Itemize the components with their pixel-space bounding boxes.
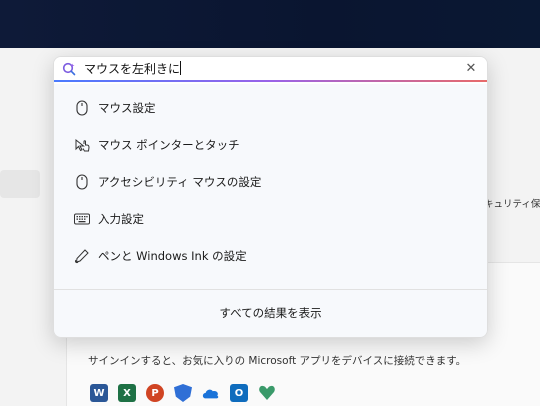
clear-search-icon[interactable]: ✕: [463, 61, 479, 77]
search-input[interactable]: マウスを左利きに: [84, 60, 444, 78]
results-divider: [54, 289, 487, 290]
word-icon[interactable]: W: [90, 384, 108, 402]
result-mouse-pointer-touch[interactable]: マウス ポインターとタッチ: [54, 126, 487, 163]
keyboard-icon: [74, 211, 90, 227]
mouse-icon: [74, 173, 90, 190]
family-icon[interactable]: [258, 384, 276, 402]
excel-icon[interactable]: X: [118, 384, 136, 402]
result-pen-windows-ink[interactable]: ペンと Windows Ink の設定: [54, 237, 487, 274]
signin-description: サインインすると、お気に入りの Microsoft アプリをデバイスに接続できま…: [88, 355, 467, 367]
pointer-touch-icon: [74, 137, 90, 153]
settings-sidebar: [0, 48, 60, 405]
powerpoint-icon[interactable]: P: [146, 384, 164, 402]
result-label: マウス設定: [98, 100, 156, 115]
desktop-top-bar: [0, 0, 540, 48]
result-input-settings[interactable]: 入力設定: [54, 200, 487, 237]
search-flyout: マウスを左利きに ✕ マウス設定 マウス ポインターとタッチ アクセシビリティ …: [53, 56, 488, 338]
result-label: ペンと Windows Ink の設定: [98, 248, 247, 263]
result-label: マウス ポインターとタッチ: [98, 137, 240, 152]
search-icon: [62, 62, 76, 76]
search-results-list: マウス設定 マウス ポインターとタッチ アクセシビリティ マウスの設定 入力設定…: [54, 89, 487, 274]
show-all-results-button[interactable]: すべての結果を表示: [54, 302, 487, 324]
text-caret: [180, 61, 182, 75]
outlook-icon[interactable]: O: [230, 384, 248, 402]
result-label: アクセシビリティ マウスの設定: [98, 174, 262, 189]
app-icon-row: W X P O: [90, 384, 276, 402]
result-mouse-settings[interactable]: マウス設定: [54, 89, 487, 126]
pen-icon: [74, 248, 90, 264]
onedrive-icon[interactable]: [202, 384, 220, 402]
result-label: 入力設定: [98, 211, 144, 226]
search-focus-underline: [54, 80, 487, 82]
mouse-icon: [74, 99, 90, 116]
sidebar-selected-item[interactable]: [0, 170, 40, 198]
search-box[interactable]: マウスを左利きに ✕: [54, 57, 487, 84]
result-accessibility-mouse[interactable]: アクセシビリティ マウスの設定: [54, 163, 487, 200]
defender-icon[interactable]: [174, 384, 192, 402]
background-text: キュリティ保護し: [484, 199, 540, 210]
search-query: マウスを左利きに: [84, 62, 181, 76]
